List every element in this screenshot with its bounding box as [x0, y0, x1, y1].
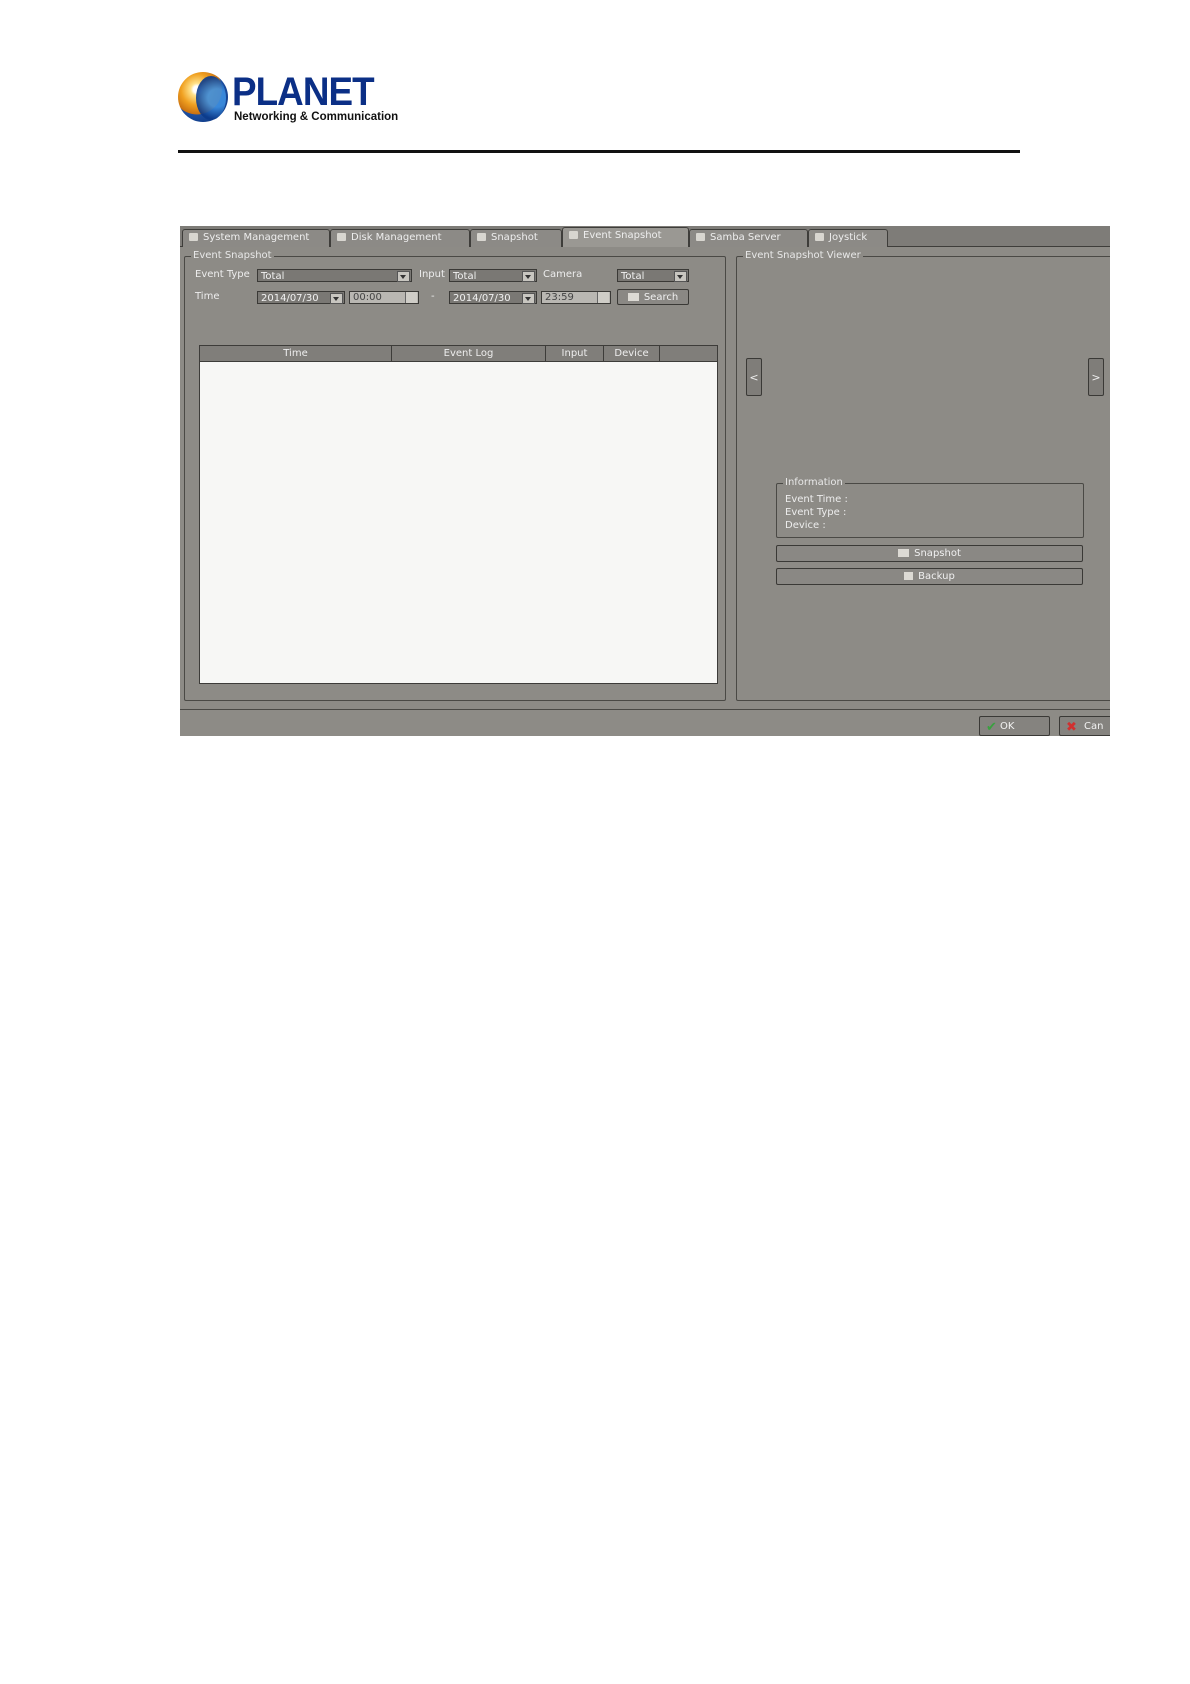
camera-label: Camera: [543, 269, 583, 280]
time-label: Time: [195, 291, 220, 302]
group-label: Event Snapshot Viewer: [743, 250, 863, 261]
button-label: OK: [1000, 721, 1015, 732]
ok-button[interactable]: ✔ OK: [979, 716, 1050, 736]
tab-label: Samba Server: [710, 232, 781, 243]
time-value: 00:00: [353, 292, 382, 303]
backup-button[interactable]: Backup: [776, 568, 1083, 585]
chevron-down-icon: [674, 271, 687, 282]
search-icon: [627, 293, 639, 301]
tab-bar: System Management Disk Management Snapsh…: [180, 226, 1110, 247]
tab-label: Disk Management: [351, 232, 442, 243]
chevron-down-icon: [330, 293, 343, 304]
globe-icon: [178, 72, 228, 122]
tab-label: Event Snapshot: [583, 230, 662, 241]
cancel-button[interactable]: ✖ Can: [1059, 716, 1110, 736]
chevron-down-icon: [522, 293, 535, 304]
backup-icon: [904, 572, 914, 580]
event-time-label: Event Time :: [785, 494, 848, 505]
information-group: Information Event Time : Event Type : De…: [776, 477, 1084, 538]
previous-button[interactable]: <: [746, 358, 762, 396]
button-label: Can: [1084, 721, 1104, 732]
snapshot-icon: [477, 233, 486, 241]
start-time-spinner[interactable]: 00:00: [349, 291, 419, 304]
group-label: Information: [783, 477, 845, 488]
shield-icon: [189, 233, 198, 241]
column-header-device[interactable]: Device: [604, 346, 660, 361]
table-header: Time Event Log Input Device: [200, 346, 717, 362]
snapshot-button[interactable]: Snapshot: [776, 545, 1083, 562]
logo-tagline: Networking & Communication: [234, 111, 399, 123]
input-select[interactable]: Total: [449, 269, 537, 282]
tab-system-management[interactable]: System Management: [182, 229, 330, 247]
snapshot-icon: [898, 549, 910, 557]
next-button[interactable]: >: [1088, 358, 1104, 396]
date-value: 2014/07/30: [453, 293, 511, 304]
start-date-picker[interactable]: 2014/07/30: [257, 291, 345, 304]
chevron-down-icon: [522, 271, 535, 282]
group-label: Event Snapshot: [191, 250, 274, 261]
button-label: Snapshot: [914, 548, 961, 559]
check-icon: ✔: [986, 720, 997, 735]
search-button[interactable]: Search: [617, 289, 689, 305]
spinner-arrows-icon[interactable]: [597, 292, 609, 303]
tab-event-snapshot[interactable]: Event Snapshot: [562, 227, 689, 247]
event-type-label: Event Type: [195, 269, 250, 280]
event-snapshot-viewer-group: Event Snapshot Viewer < > Information Ev…: [736, 250, 1110, 701]
end-date-picker[interactable]: 2014/07/30: [449, 291, 537, 304]
end-time-spinner[interactable]: 23:59: [541, 291, 611, 304]
event-snapshot-icon: [569, 231, 578, 239]
button-label: Search: [643, 292, 679, 303]
device-label: Device :: [785, 520, 826, 531]
footer-divider: [180, 709, 1110, 710]
tab-samba-server[interactable]: Samba Server: [689, 229, 808, 247]
tab-joystick[interactable]: Joystick: [808, 229, 888, 247]
tab-label: Joystick: [829, 232, 868, 243]
camera-select[interactable]: Total: [617, 269, 689, 282]
tab-disk-management[interactable]: Disk Management: [330, 229, 470, 247]
input-label: Input: [419, 269, 445, 280]
tab-label: System Management: [203, 232, 310, 243]
planet-logo: PLANET Networking & Communication: [178, 70, 398, 126]
joystick-icon: [815, 233, 824, 241]
button-label: Backup: [918, 571, 955, 582]
column-header-time[interactable]: Time: [200, 346, 392, 361]
logo-brand: PLANET: [232, 70, 375, 114]
close-icon: ✖: [1066, 720, 1077, 735]
date-value: 2014/07/30: [261, 293, 319, 304]
chevron-down-icon: [397, 271, 410, 282]
tab-snapshot[interactable]: Snapshot: [470, 229, 562, 247]
tab-label: Snapshot: [491, 232, 538, 243]
event-snapshot-group: Event Snapshot Event Type Total Input To…: [184, 250, 726, 701]
select-value: Total: [621, 271, 645, 282]
column-header-event-log[interactable]: Event Log: [392, 346, 546, 361]
disk-icon: [337, 233, 346, 241]
range-separator: -: [431, 291, 435, 302]
event-type-label: Event Type :: [785, 507, 847, 518]
select-value: Total: [261, 271, 285, 282]
select-value: Total: [453, 271, 477, 282]
event-type-select[interactable]: Total: [257, 269, 412, 282]
time-value: 23:59: [545, 292, 574, 303]
column-header-input[interactable]: Input: [546, 346, 604, 361]
server-icon: [696, 233, 705, 241]
dvr-screenshot: System Management Disk Management Snapsh…: [180, 226, 1110, 736]
event-log-table[interactable]: Time Event Log Input Device: [199, 345, 718, 684]
spinner-arrows-icon[interactable]: [405, 292, 417, 303]
header-rule: [178, 150, 1020, 153]
